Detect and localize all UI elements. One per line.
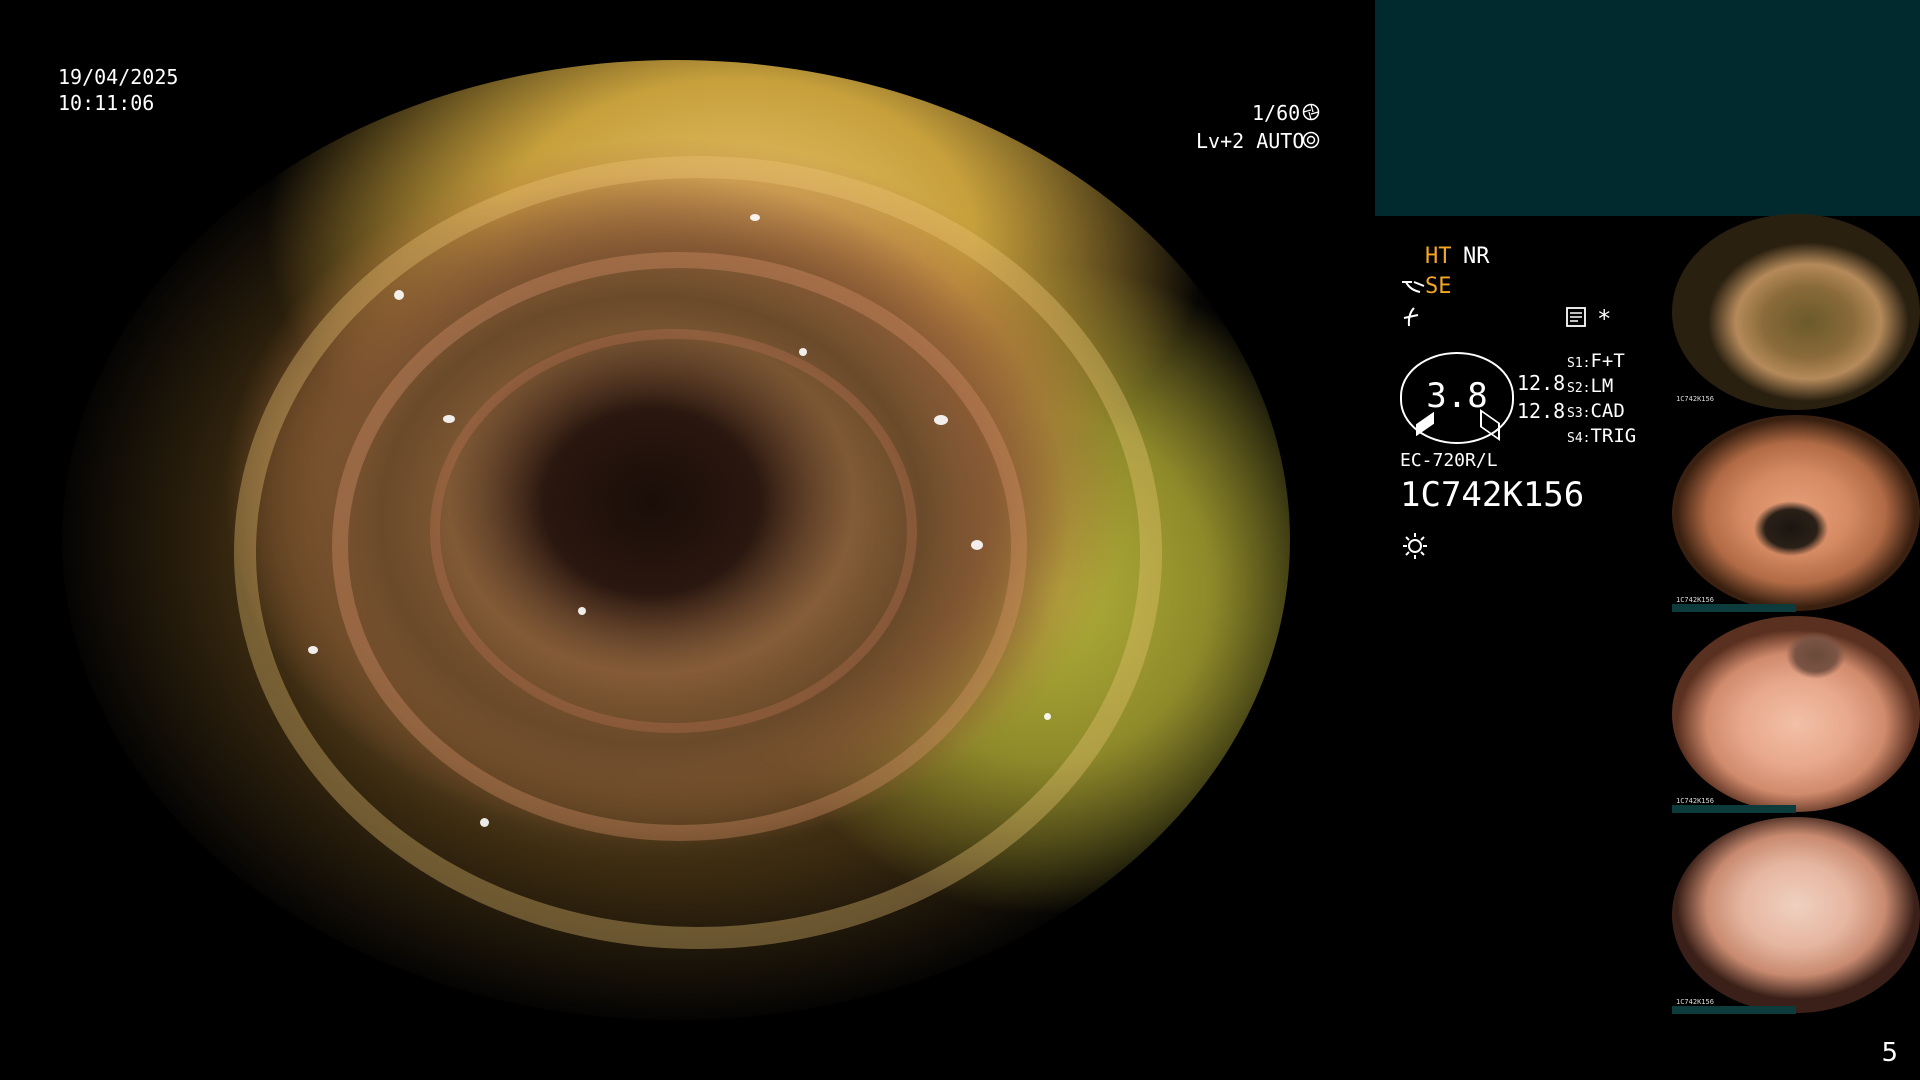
nr-indicator: NR (1463, 244, 1490, 269)
zoom-dial: 3.8 (1400, 352, 1514, 444)
dial-side-bottom: 12.8 (1517, 399, 1566, 423)
thumbnail-3[interactable] (1672, 616, 1920, 812)
switch-list: S1:F+T S2:LM S3:CAD S4:TRIG (1567, 350, 1636, 450)
switch-row: S3:CAD (1567, 400, 1625, 422)
flash-icon (1403, 307, 1419, 327)
page-number: 5 (1881, 1038, 1898, 1068)
report-icon (1566, 307, 1586, 327)
thumbnail-caption: 1C742K156 (1676, 797, 1714, 805)
thumbnail-bar (1672, 805, 1796, 813)
switch-row: S2:LM (1567, 375, 1614, 397)
date-label: 19/04/2025 (58, 65, 179, 89)
endoscopic-view (62, 60, 1290, 1020)
thumbnail-caption: 1C742K156 (1676, 596, 1714, 604)
asterisk-indicator: * (1597, 305, 1612, 333)
scope-hook-icon (1402, 281, 1425, 293)
switch-row: S1:F+T (1567, 350, 1625, 372)
mucosal-fold (430, 328, 918, 733)
thumbnail-1[interactable] (1672, 214, 1920, 410)
scope-model: EC-720R/L (1400, 450, 1498, 471)
shutter-label: 1/60 (1252, 101, 1301, 125)
thumbnail-bar (1672, 604, 1796, 612)
info-panel (1375, 0, 1920, 216)
exposure-label: Lv+2 AUTO (1196, 129, 1305, 153)
time-label: 10:11:06 (58, 91, 155, 115)
thumbnail-4[interactable] (1672, 817, 1920, 1013)
thumbnail-caption: 1C742K156 (1676, 395, 1714, 403)
thumbnail-2[interactable] (1672, 415, 1920, 611)
ht-indicator: HT (1425, 244, 1452, 269)
auto-iris-icon (1302, 131, 1320, 149)
aperture-icon (1302, 103, 1320, 121)
dial-value: 3.8 (1426, 376, 1488, 416)
light-sun-icon (1403, 533, 1427, 559)
thumbnail-bar (1672, 1006, 1796, 1014)
scope-serial: 1C742K156 (1400, 475, 1585, 515)
se-indicator: SE (1425, 274, 1452, 299)
thumbnail-caption: 1C742K156 (1676, 998, 1714, 1006)
switch-row: S4:TRIG (1567, 425, 1637, 447)
dial-side-top: 12.8 (1517, 371, 1566, 395)
